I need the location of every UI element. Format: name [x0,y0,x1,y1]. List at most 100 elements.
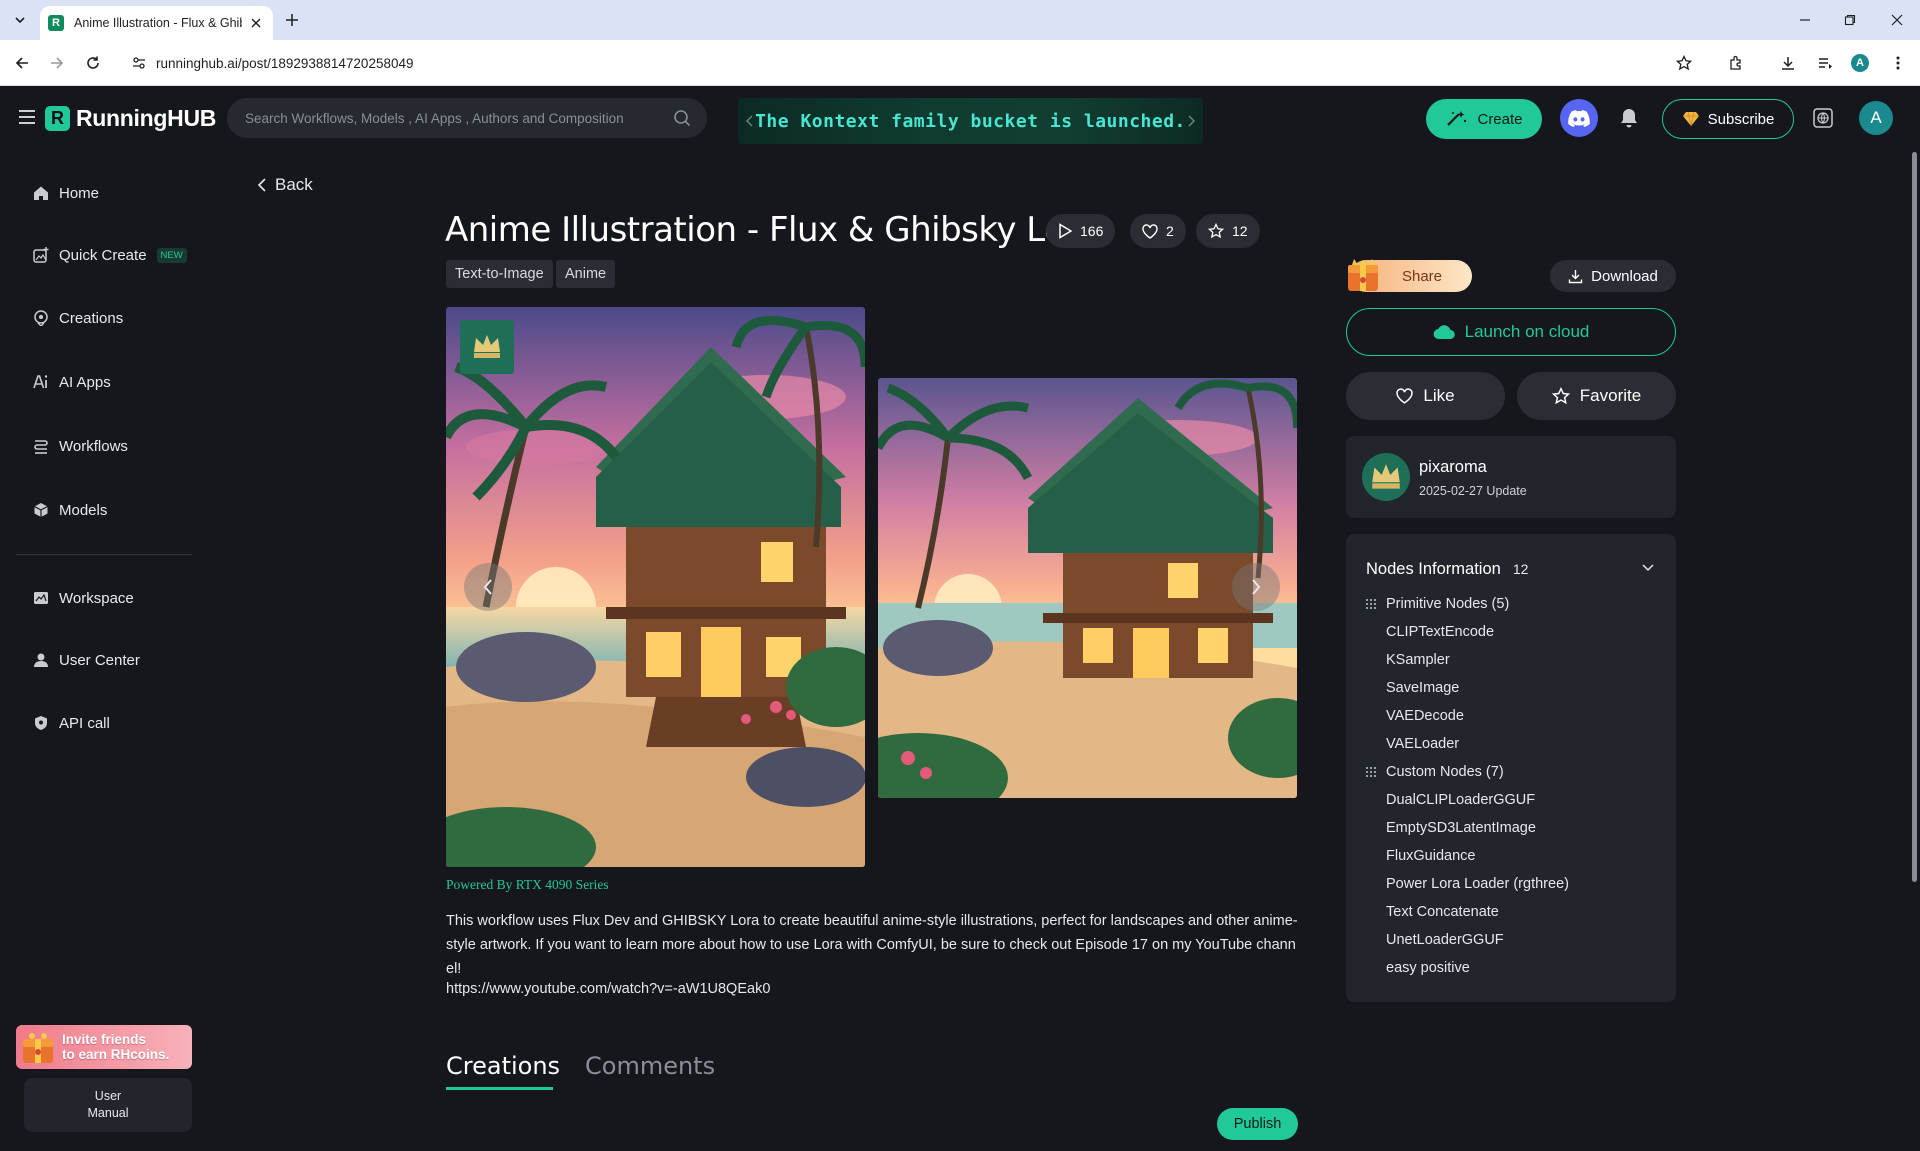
home-icon [34,186,48,200]
sidebar-item-workspace[interactable]: Workspace [33,585,134,611]
announcement-banner[interactable]: The Kontext family bucket is launched. [738,98,1203,144]
subscribe-button[interactable]: Subscribe [1662,99,1794,139]
sidebar-item-label: Workflows [59,437,128,455]
site-logo[interactable]: R RunningHUB [45,105,216,132]
minimize-icon[interactable] [1790,10,1820,30]
browser-menu-icon[interactable] [1887,52,1909,74]
likes-count: 2 [1166,223,1174,239]
search-bar[interactable] [227,98,707,138]
wand-icon [1447,111,1467,126]
tag-text-to-image[interactable]: Text-to-Image [446,260,553,288]
node-item: Power Lora Loader (rgthree) [1386,876,1569,892]
sidebar-item-home[interactable]: Home [33,180,99,206]
author-avatar[interactable] [1362,453,1410,501]
play-icon [1059,223,1072,239]
node-group-custom[interactable]: Custom Nodes (7) [1366,764,1504,780]
chevron-right-icon [1252,579,1261,595]
favorites-stat: 12 [1196,214,1260,248]
sidebar-item-label: Creations [59,309,124,327]
browser-address-bar: runninghub.ai/post/1892938814720258049 A [0,40,1920,86]
sidebar-item-creations[interactable]: Creations [33,305,123,331]
chevron-down-icon[interactable] [1640,560,1656,576]
invite-friends-banner[interactable]: Invite friends to earn RHcoins. [16,1025,192,1069]
media-queue-icon[interactable] [1814,52,1836,74]
node-item: VAEDecode [1386,708,1464,724]
window-close-icon[interactable] [1882,10,1912,30]
sidebar-item-workflows[interactable]: Workflows [33,433,128,459]
node-group-icon [1366,599,1376,609]
star-icon [1208,223,1224,239]
tab-creations[interactable]: Creations [446,1052,560,1080]
crown-badge-icon [460,320,514,374]
search-icon[interactable] [673,109,691,127]
banner-next-icon[interactable] [1183,112,1199,130]
nodes-title-row: Nodes Information 12 [1366,560,1528,579]
user-manual-button[interactable]: User Manual [24,1078,192,1132]
url-field[interactable]: runninghub.ai/post/1892938814720258049 [122,46,1700,80]
create-label: Create [1477,110,1523,128]
sidebar-item-quick-create[interactable]: Quick Create NEW [33,242,187,268]
discord-icon[interactable] [1560,99,1598,137]
download-label: Download [1591,267,1658,285]
site-header: R RunningHUB The Kontext family bucket i… [0,86,1920,150]
sidebar-divider [16,554,192,555]
tag-anime[interactable]: Anime [556,260,616,288]
star-icon [1551,387,1570,405]
publish-button[interactable]: Publish [1217,1108,1298,1140]
profile-avatar[interactable]: A [1849,52,1871,74]
tab-comments[interactable]: Comments [585,1052,715,1080]
sidebar-item-api-call[interactable]: API call [33,710,110,736]
carousel-prev-button[interactable] [464,563,512,611]
restore-icon[interactable] [1835,10,1865,30]
banner-prev-icon[interactable] [742,112,758,130]
youtube-link[interactable]: https://www.youtube.com/watch?v=-aW1U8QE… [446,981,770,997]
user-avatar[interactable]: A [1859,101,1893,135]
like-button[interactable]: Like [1346,372,1505,420]
active-tab-indicator [446,1087,553,1090]
language-icon[interactable] [1812,107,1834,129]
download-button[interactable]: Download [1550,260,1676,292]
node-item: EmptySD3LatentImage [1386,820,1536,836]
menu-hamburger-icon[interactable] [19,110,35,124]
back-arrow-icon[interactable] [11,52,33,74]
reload-icon[interactable] [82,52,104,74]
invite-line2: to earn RHcoins. [62,1047,170,1062]
powered-by-text: Powered By RTX 4090 Series [446,877,609,892]
favorite-button[interactable]: Favorite [1517,372,1676,420]
sidebar-item-label: Models [59,501,108,519]
manual-line2: Manual [87,1106,129,1120]
forward-arrow-icon[interactable] [46,52,68,74]
new-badge: NEW [156,247,187,263]
new-tab-plus-icon[interactable] [282,10,302,30]
bookmark-star-icon[interactable] [1673,52,1695,74]
tab-list-chevron-icon[interactable] [8,9,32,31]
extensions-icon[interactable] [1725,52,1747,74]
node-group-primitive[interactable]: Primitive Nodes (5) [1366,596,1509,612]
create-button[interactable]: Create [1426,99,1542,139]
sidebar-item-user-center[interactable]: User Center [33,647,140,673]
scrollbar-thumb[interactable] [1912,152,1917,882]
sidebar-item-label: Quick Create [59,246,147,264]
author-name[interactable]: pixaroma [1419,458,1487,477]
favorite-label: Favorite [1579,386,1642,405]
invite-line1: Invite friends [62,1032,147,1047]
author-card[interactable]: pixaroma 2025-02-27 Update [1346,436,1676,518]
logo-mark-icon: R [45,106,70,131]
favorites-count: 12 [1232,223,1248,239]
sidebar-item-models[interactable]: Models [33,497,107,523]
launch-label: Launch on cloud [1464,322,1590,341]
search-input[interactable] [245,110,665,126]
browser-tab-active[interactable]: R Anime Illustration - Flux & Ghibsky Lo… [40,6,273,40]
banner-text: The Kontext family bucket is launched. [755,110,1186,132]
ai-apps-icon [33,375,48,389]
node-item: SaveImage [1386,680,1460,696]
sidebar-item-ai-apps[interactable]: AI Apps [33,369,111,395]
back-link[interactable]: Back [257,175,313,195]
carousel-next-button[interactable] [1232,563,1280,611]
node-item: VAELoader [1386,736,1460,752]
downloads-icon[interactable] [1777,52,1799,74]
launch-on-cloud-button[interactable]: Launch on cloud [1346,308,1676,356]
tab-close-icon[interactable] [247,14,265,32]
sidebar-item-label: Workspace [59,589,134,607]
notification-bell-icon[interactable] [1617,106,1641,130]
